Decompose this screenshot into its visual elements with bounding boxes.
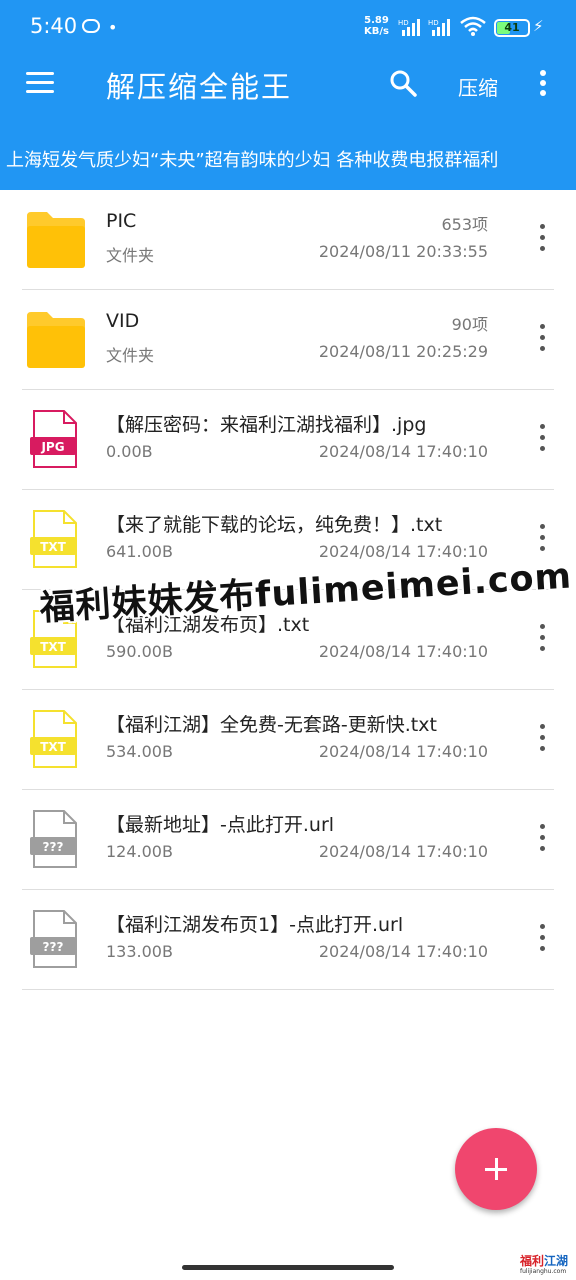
row-divider [22,989,554,990]
file-type-badge: TXT [40,740,66,754]
corner-logo: 福利江湖 fulijianghu.com [520,1252,572,1280]
file-name: 【福利江湖发布页1】-点此打开.url [106,914,404,936]
row-more-options-icon[interactable] [538,324,548,354]
file-item-count: 90项 [451,315,488,334]
file-row[interactable]: PIC 文件夹 653项 2024/08/11 20:33:55 [0,190,576,290]
row-more-options-icon[interactable] [538,624,548,654]
file-type-badge: ??? [43,840,64,854]
file-type-badge: JPG [40,440,64,454]
svg-text:HD: HD [398,19,409,27]
more-options-icon[interactable] [538,70,548,98]
jpg-file-icon: JPG [30,410,77,468]
row-more-options-icon[interactable] [538,724,548,754]
network-speed: 5.89 KB/s [364,15,389,37]
wifi-icon [460,16,486,36]
signal-icon: HD [398,19,420,36]
file-name: 【解压密码：来福利江湖找福利】.jpg [106,414,427,436]
txt-file-icon: TXT [30,510,77,568]
battery-icon: 41 [494,19,530,37]
folder-icon [27,312,85,368]
file-subtitle: 133.00B [106,942,173,961]
row-more-options-icon[interactable] [538,824,548,854]
file-name: 【来了就能下载的论坛，纯免费！】.txt [106,514,443,536]
file-name: 【福利江湖】全免费-无套路-更新快.txt [106,714,437,736]
network-speed-unit: KB/s [364,26,389,37]
add-button[interactable] [455,1128,537,1210]
charging-icon: ⚡ [533,17,544,35]
file-subtitle: 0.00B [106,442,153,461]
file-subtitle: 文件夹 [106,246,155,265]
corner-logo-sub: fulijianghu.com [520,1268,567,1275]
corner-logo-text: 福利江湖 [520,1254,569,1268]
compress-button[interactable]: 压缩 [458,72,498,101]
file-row[interactable]: JPG 【解压密码：来福利江湖找福利】.jpg 0.00B 2024/08/14 17… [0,390,576,490]
unknown-file-icon: ??? [30,910,77,968]
menu-icon[interactable] [26,70,56,100]
row-more-options-icon[interactable] [538,224,548,254]
file-subtitle: 文件夹 [106,346,155,365]
signal-icon: HD [428,19,450,36]
file-date: 2024/08/14 17:40:10 [318,942,488,961]
app-title: 解压缩全能王 [106,70,293,104]
folder-icon [27,212,85,268]
cloud-icon [82,19,100,33]
file-item-count: 653项 [441,215,488,234]
file-name: 【最新地址】-点此打开.url [106,814,335,836]
file-type-badge: TXT [40,640,66,654]
file-name: PIC [106,210,137,232]
network-speed-value: 5.89 [364,15,389,26]
file-subtitle: 124.00B [106,842,173,861]
file-date: 2024/08/14 17:40:10 [318,742,488,761]
file-row[interactable]: TXT 【福利江湖】全免费-无套路-更新快.txt 534.00B 2024/08/1… [0,690,576,790]
file-type-badge: ??? [43,940,64,954]
file-date: 2024/08/11 20:33:55 [318,242,488,261]
txt-file-icon: TXT [30,710,77,768]
status-time: 5:40 [30,14,78,38]
file-subtitle: 590.00B [106,642,173,661]
row-more-options-icon[interactable] [538,424,548,454]
file-date: 2024/08/14 17:40:10 [318,442,488,461]
search-icon[interactable] [388,68,418,98]
app-toolbar: 解压缩全能王 压缩 [0,56,576,134]
file-date: 2024/08/14 17:40:10 [318,642,488,661]
status-bar: 5:40 • 5.89 KB/s HD HD 41 ⚡ [0,0,576,56]
file-date: 2024/08/11 20:25:29 [318,342,488,361]
row-more-options-icon[interactable] [538,924,548,954]
svg-text:HD: HD [428,19,439,27]
file-subtitle: 641.00B [106,542,173,561]
file-subtitle: 534.00B [106,742,173,761]
notification-dot: • [108,18,118,37]
marquee-banner[interactable]: 上海短发气质少妇“未央”超有韵味的少妇 各种收费电报群福利 [0,134,576,190]
marquee-text: 上海短发气质少妇“未央”超有韵味的少妇 各种收费电报群福利 [6,150,499,171]
home-indicator[interactable] [182,1265,394,1270]
file-row[interactable]: ??? 【最新地址】-点此打开.url 124.00B 2024/08/14 17:4… [0,790,576,890]
battery-percent: 41 [504,21,520,34]
file-name: VID [106,310,140,332]
file-type-badge: TXT [40,540,66,554]
file-row[interactable]: ??? 【福利江湖发布页1】-点此打开.url 133.00B 2024/08/14 … [0,890,576,990]
file-row[interactable]: VID 文件夹 90项 2024/08/11 20:25:29 [0,290,576,390]
unknown-file-icon: ??? [30,810,77,868]
file-date: 2024/08/14 17:40:10 [318,842,488,861]
